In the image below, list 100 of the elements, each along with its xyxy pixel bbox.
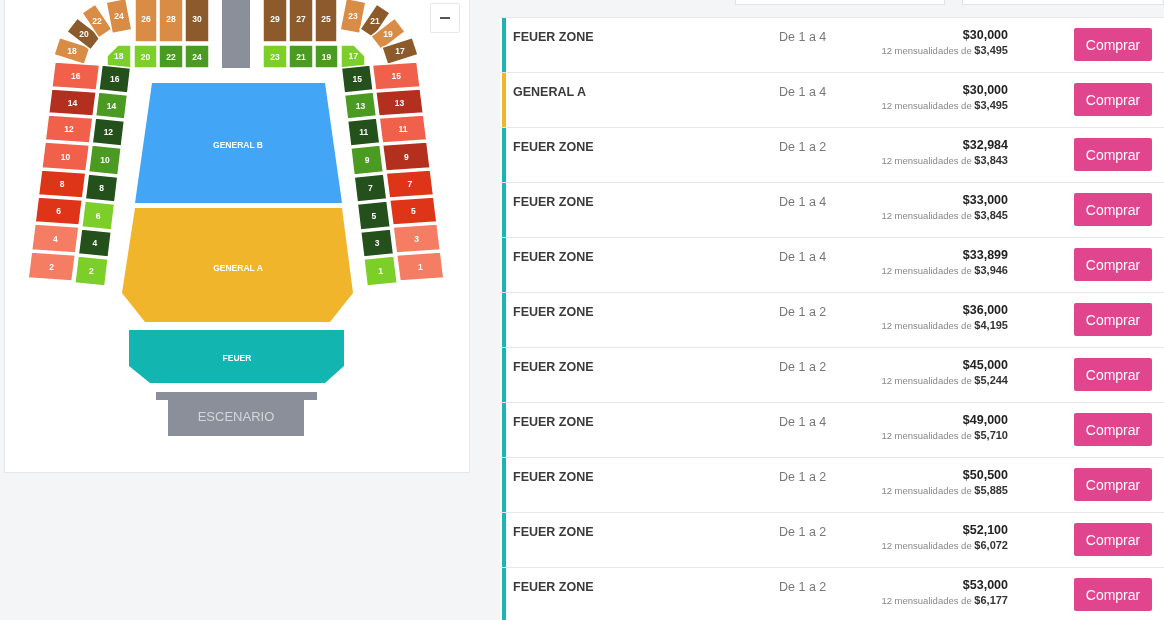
- installment-plan: 12 mensualidades de $6,072: [881, 538, 1008, 553]
- section-number: 7: [368, 183, 373, 193]
- section-number: 22: [92, 16, 102, 26]
- seat-section[interactable]: [339, 0, 367, 35]
- buy-button[interactable]: Comprar: [1074, 358, 1152, 391]
- seat-section[interactable]: [385, 169, 435, 199]
- installment-plan: 12 mensualidades de $5,244: [881, 373, 1008, 388]
- section-number: 18: [114, 51, 124, 62]
- seat-section[interactable]: [359, 228, 395, 258]
- zone-name: FEUER ZONE: [513, 580, 594, 594]
- zone-label: FEUER: [222, 353, 252, 363]
- section-number: 13: [355, 100, 366, 111]
- seat-section[interactable]: [314, 0, 338, 43]
- seat-section[interactable]: [98, 64, 132, 94]
- quantity-range: De 1 a 4: [779, 195, 827, 209]
- section-number: 29: [270, 14, 280, 24]
- section-number: 18: [67, 46, 77, 56]
- buy-button[interactable]: Comprar: [1074, 193, 1152, 226]
- zone-label: GENERAL A: [213, 263, 263, 273]
- seat-section[interactable]: [381, 141, 431, 172]
- quantity-range: De 1 a 4: [779, 30, 827, 44]
- buy-button[interactable]: Comprar: [1074, 28, 1152, 61]
- price: $30,000: [962, 83, 1008, 98]
- buy-button[interactable]: Comprar: [1074, 413, 1152, 446]
- buy-button[interactable]: Comprar: [1074, 303, 1152, 336]
- section-number: 6: [95, 210, 101, 221]
- price: $45,000: [962, 358, 1008, 373]
- zone-label: GENERAL B: [213, 140, 263, 150]
- seat-section[interactable]: [91, 117, 126, 147]
- section-number: 23: [348, 11, 358, 21]
- zone-name: GENERAL A: [513, 85, 586, 99]
- section-number: 21: [296, 51, 306, 62]
- seat-section[interactable]: [77, 228, 113, 258]
- section-number: 1: [378, 266, 383, 276]
- section-number: 14: [106, 100, 117, 111]
- section-number: 15: [352, 74, 362, 84]
- seat-section[interactable]: [84, 173, 119, 203]
- price: $52,100: [962, 523, 1008, 538]
- seat-section[interactable]: [80, 3, 114, 39]
- seat-section[interactable]: [388, 196, 438, 226]
- section-number: 3: [414, 233, 420, 244]
- section-number: 26: [141, 14, 151, 24]
- section-number: 4: [52, 233, 58, 244]
- buy-button[interactable]: Comprar: [1074, 83, 1152, 116]
- section-number: 24: [192, 51, 202, 62]
- minus-icon: [440, 17, 450, 19]
- section-number: 7: [407, 179, 413, 189]
- seat-section[interactable]: [340, 64, 374, 94]
- section-number: 24: [114, 11, 124, 21]
- quantity-range: De 1 a 4: [779, 250, 827, 264]
- section-number: 16: [110, 74, 120, 84]
- zoom-out-button[interactable]: [430, 3, 460, 33]
- installment-plan: 12 mensualidades de $3,845: [881, 208, 1008, 223]
- seat-section[interactable]: [374, 88, 425, 117]
- buy-button[interactable]: Comprar: [1074, 523, 1152, 556]
- buy-button[interactable]: Comprar: [1074, 578, 1152, 611]
- quantity-range: De 1 a 2: [779, 470, 827, 484]
- price: $50,500: [962, 468, 1008, 483]
- section-number: 17: [395, 46, 405, 56]
- seat-section[interactable]: [346, 117, 381, 147]
- installment-plan: 12 mensualidades de $3,495: [881, 98, 1008, 113]
- filter-field[interactable]: [735, 0, 945, 5]
- section-number: 13: [394, 97, 405, 108]
- quantity-range: De 1 a 2: [779, 580, 827, 594]
- section-number: 20: [140, 51, 151, 62]
- section-number: 5: [410, 206, 416, 216]
- installment-plan: 12 mensualidades de $3,495: [881, 43, 1008, 58]
- buy-button[interactable]: Comprar: [1074, 248, 1152, 281]
- quantity-range: De 1 a 2: [779, 360, 827, 374]
- quantity-range: De 1 a 2: [779, 140, 827, 154]
- quantity-range: De 1 a 4: [779, 415, 827, 429]
- seat-section[interactable]: [356, 200, 392, 231]
- seat-section[interactable]: [381, 36, 419, 66]
- price: $53,000: [962, 578, 1008, 593]
- buy-button[interactable]: Comprar: [1074, 468, 1152, 501]
- installment-plan: 12 mensualidades de $4,195: [881, 318, 1008, 333]
- floor-zone[interactable]: [129, 330, 344, 383]
- section-number: 21: [370, 16, 380, 26]
- walkway: [222, 0, 250, 68]
- section-number: 28: [166, 14, 176, 24]
- installment-plan: 12 mensualidades de $3,946: [881, 263, 1008, 278]
- seat-section[interactable]: [288, 0, 314, 43]
- section-number: 30: [192, 14, 202, 24]
- zone-name: FEUER ZONE: [513, 470, 594, 484]
- buy-button[interactable]: Comprar: [1074, 138, 1152, 171]
- price: $30,000: [962, 28, 1008, 43]
- section-number: 23: [270, 51, 280, 62]
- seat-section[interactable]: [47, 88, 98, 117]
- seat-section[interactable]: [262, 0, 288, 43]
- quantity-range: De 1 a 2: [779, 525, 827, 539]
- seat-section[interactable]: [34, 196, 84, 226]
- filter-field[interactable]: [962, 0, 1164, 5]
- section-number: 3: [374, 238, 380, 248]
- seat-section[interactable]: [184, 0, 210, 43]
- seat-section[interactable]: [353, 173, 388, 203]
- price: $33,899: [962, 248, 1008, 263]
- section-number: 9: [404, 151, 409, 162]
- section-number: 5: [371, 210, 377, 221]
- seat-section[interactable]: [37, 169, 87, 199]
- section-number: 19: [383, 29, 393, 39]
